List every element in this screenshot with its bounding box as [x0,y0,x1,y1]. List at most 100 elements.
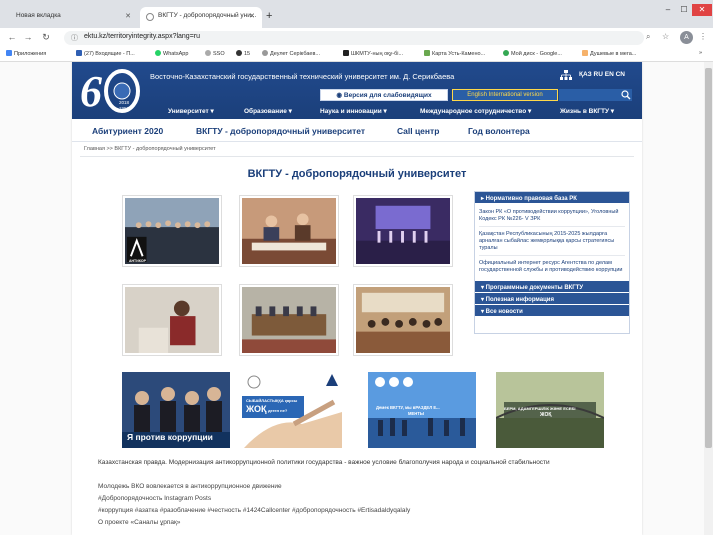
banner-vkgtu-movement[interactable]: Демек ВКГТУ, мы вРАЗДЕЛ Е... МЕНТЫ [368,372,476,448]
sitemap-icon[interactable] [560,70,572,80]
lecture-photo-image [356,287,450,353]
browser-tab-bar: Новая вкладка ✕ ВКГТУ - добропорядочный … [0,0,713,28]
new-tab-plus-icon[interactable]: + [266,10,272,22]
profile-avatar[interactable]: A [680,31,693,44]
breadcrumb[interactable]: Главная >> ВКГТУ - добропорядочный униве… [84,146,216,152]
bookmark-sso[interactable]: SSO [205,50,225,57]
english-version-button[interactable]: English International version [452,89,558,101]
maximize-icon[interactable]: ☐ [676,4,692,16]
sidebar-link-law[interactable]: Закон РК «О противодействии коррупции», … [479,209,625,227]
banner-handshake-text-1: СЫБАЙЛАСТЫҚҚА қарсы [246,398,298,403]
banner-vkgtu-text-2: МЕНТЫ [408,411,424,416]
photo-lecture[interactable] [353,284,453,356]
nav-international[interactable]: Международное сотрудничество ▾ [420,107,531,115]
page-icon [343,50,349,56]
search-icon[interactable] [621,90,631,100]
main-navigation: Университет ▾ Образование ▾ Наука и инно… [72,106,642,118]
sidebar-panel: ▸ Нормативно правовая база РК Закон РК «… [474,191,630,334]
banner-conscience-text-2: ЖОҚ [540,412,552,418]
banner-handshake-text-3: деген не? [268,408,288,413]
reload-icon[interactable]: ↻ [40,32,52,43]
url-field[interactable]: ⓘ ektu.kz/territoryintegrity.aspx?lang=r… [64,31,644,45]
sidebar-section-useful[interactable]: ▾ Полезная информация [475,293,629,305]
zoom-icon[interactable]: ⌕ [646,32,650,42]
page-viewport: 6 2018 1958 Восточно-Казахстанский госуд… [0,62,713,535]
photo-stage[interactable] [353,195,453,267]
tab-title: ВКГТУ - добропорядочный уни... [158,12,257,19]
forward-arrow-icon[interactable]: → [22,32,34,42]
bookmark-whatsapp[interactable]: WhatsApp [155,50,188,57]
tab-active[interactable]: ВКГТУ - добропорядочный уни... ✕ [140,7,262,28]
back-arrow-icon[interactable]: ← [6,32,18,42]
bookmarks-overflow-icon[interactable]: » [699,50,702,56]
window-close-icon[interactable]: ✕ [692,4,712,16]
banner-handshake[interactable]: СЫБАЙЛАСТЫҚҚА қарсы ЖОҚ деген не? [234,372,342,448]
visually-impaired-button[interactable]: ◉ Версия для слабовидящих [320,89,448,101]
banner-against-corruption[interactable]: Я против коррупции [122,372,230,448]
banner-vkgtu-text-1: Демек ВКГТУ, мы вРАЗДЕЛ Е... [376,405,440,410]
photo-speaker[interactable] [122,284,222,356]
banner-against-corruption-text: Я против коррупции [127,432,213,442]
photo-meeting[interactable] [239,195,339,267]
eye-icon: ◉ [336,92,343,99]
address-bar-row: ← → ↻ ⓘ ektu.kz/territoryintegrity.aspx?… [0,28,713,48]
news-headline[interactable]: Казахстанская правда. Модернизация антик… [98,459,628,467]
conference-photo-image [242,287,336,353]
news-list: Молодежь ВКО вовлекается в антикоррупцио… [98,483,628,531]
bookmark-shkmtu[interactable]: ШКМТУ-ның оқу-бі... [343,50,403,57]
news-item[interactable]: #Добропорядочность Instagram Posts [98,495,628,502]
logo-year-2018: 2018 [119,100,130,105]
google-icon [503,50,509,56]
subnav-callcenter[interactable]: Call центр [397,126,439,136]
bookmark-drive[interactable]: Мой диск - Google... [503,50,562,57]
sidebar-links: Закон РК «О противодействии коррупции», … [475,204,629,281]
url-text: ektu.kz/territoryintegrity.aspx?lang=ru [84,33,201,40]
news-item[interactable]: Молодежь ВКО вовлекается в антикоррупцио… [98,483,628,490]
bookmark-15[interactable]: 15 [236,50,250,57]
subnav-volunteer[interactable]: Год волонтера [468,126,530,136]
sidebar-link-agency[interactable]: Официальный интернет ресурс Агентства по… [479,260,625,277]
university-name: Восточно-Казахстанский государственный т… [150,72,455,81]
bookmark-mail[interactable]: (27) Входящие - П... [76,50,135,57]
sidebar-section-legal[interactable]: ▸ Нормативно правовая база РК [475,192,629,204]
meeting-photo-image [242,198,336,264]
globe-icon [205,50,211,56]
subnav-applicant[interactable]: Абитуриент 2020 [92,126,163,136]
star-bookmark-icon[interactable]: ☆ [662,32,669,41]
nav-education[interactable]: Образование ▾ [244,107,292,115]
speaker-photo-image [125,287,219,353]
subnav-integrity[interactable]: ВКГТУ - добропорядочный университет [196,126,365,136]
minimize-icon[interactable]: ‒ [660,4,676,16]
menu-kebab-icon[interactable]: ⋮ [699,32,707,41]
banner-conscience[interactable]: БЕРМ, АДАМГЕРШІЛІК ЖӘНЕ ЕСЕБІ ЖОҚ [496,372,604,448]
tab-new[interactable]: Новая вкладка ✕ [8,7,138,28]
sidebar-link-strategy[interactable]: Қазақстан Республикасының 2015-2025 жылд… [479,231,625,256]
globe-icon [262,50,268,56]
nav-science[interactable]: Наука и инновации ▾ [320,107,387,115]
photo-conference[interactable] [239,284,339,356]
bookmark-map[interactable]: Карта Усть-Камено... [424,50,485,57]
nav-life[interactable]: Жизнь в ВКГТУ ▾ [560,107,614,115]
visually-impaired-label: Версия для слабовидящих [343,92,432,99]
bookmark-apps[interactable]: Приложения [6,50,46,57]
nav-university[interactable]: Университет ▾ [168,107,214,115]
apps-grid-icon [6,50,12,56]
info-icon[interactable]: ⓘ [71,33,78,43]
bookmark-showers[interactable]: Душевые в мега... [582,50,636,57]
page-icon [236,50,242,56]
close-icon[interactable]: ✕ [249,12,255,20]
divider [80,156,634,157]
page-icon [582,50,588,56]
language-switcher[interactable]: ҚАЗ RU EN CN [579,71,625,78]
bookmark-daulet[interactable]: Деулет Серікбаев... [262,50,320,57]
page-title: ВКГТУ - добропорядочный университет [247,168,467,180]
news-item[interactable]: #коррупция #азатка #разоблачение #честно… [98,507,628,514]
sub-navigation: Абитуриент 2020 ВКГТУ - добропорядочный … [72,120,642,142]
scrollbar-thumb[interactable] [705,68,712,448]
close-icon[interactable]: ✕ [125,12,131,20]
banner-conscience-text-1: БЕРМ, АДАМГЕРШІЛІК ЖӘНЕ ЕСЕБІ [504,406,576,411]
news-item[interactable]: О проекте «Саналы ұрпақ» [98,519,628,526]
photo-group-antikor[interactable]: АНТИКОР [122,195,222,267]
sidebar-section-documents[interactable]: ▾ Программные документы ВКГТУ [475,281,629,293]
sidebar-section-news[interactable]: ▾ Все новости [475,305,629,317]
